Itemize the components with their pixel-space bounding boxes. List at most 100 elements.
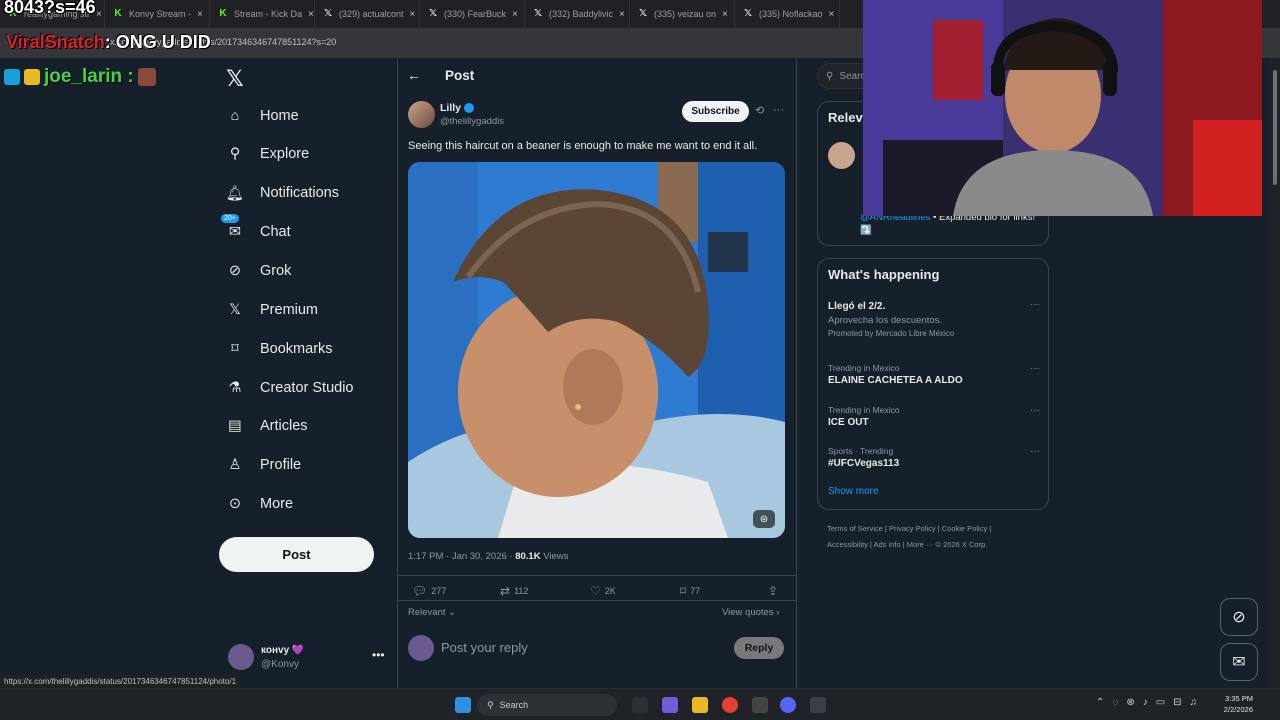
browser-tab[interactable]: 𝕏 (332) Baddylivic ×: [525, 0, 630, 28]
whats-happening-title: What's happening: [828, 267, 940, 282]
flask-icon: ⚗: [228, 380, 242, 396]
repost-count: 112: [514, 586, 529, 596]
nav-item-label: More: [260, 496, 294, 512]
close-tab-icon[interactable]: ×: [410, 9, 416, 20]
browser-tab[interactable]: 𝕏 (330) FearBuck ×: [420, 0, 525, 28]
x-logo-icon[interactable]: 𝕏: [226, 66, 244, 92]
chrome-icon[interactable]: [722, 697, 738, 713]
more-dots-icon[interactable]: ···: [1030, 405, 1040, 416]
trend-item[interactable]: Llegó el 2/2. Aprovecha los descuentos. Pr…: [828, 299, 1040, 338]
browser-tab-label: (329) actualcont: [339, 9, 404, 19]
footer-links[interactable]: Accessibility | Ads info | More ··· © 20…: [827, 540, 987, 549]
back-arrow-icon[interactable]: ←: [407, 67, 421, 83]
task-view-icon[interactable]: [632, 697, 648, 713]
whats-happening-card: What's happening Llegó el 2/2. Aprovecha …: [817, 258, 1049, 510]
like-action[interactable]: ♡ 2K: [590, 584, 616, 598]
reply-count: 277: [431, 586, 447, 596]
nav-item-chat[interactable]: ✉ 20+ Chat: [221, 214, 291, 248]
taskbar-search[interactable]: ⚲ Search: [477, 694, 617, 716]
trend-item[interactable]: Sports · Trending #UFCVegas113 ···: [828, 446, 1040, 469]
browser-tab[interactable]: 𝕏 (335) veizau on ×: [630, 0, 735, 28]
nav-item-profile[interactable]: ♙ Profile: [226, 449, 302, 481]
views-count: 80.1K: [515, 551, 541, 562]
nav-item-label: Articles: [260, 418, 308, 434]
file-explorer-icon[interactable]: [692, 697, 708, 713]
nav-item-label: Profile: [260, 457, 302, 473]
windows-start-icon[interactable]: [455, 697, 471, 713]
browser-tab[interactable]: K Konvy Stream - ×: [105, 0, 210, 28]
post-time[interactable]: 1:17 PM · Jan 30, 2026 ·: [408, 551, 515, 562]
close-tab-icon[interactable]: ×: [722, 9, 728, 20]
more-dots-icon[interactable]: ···: [1030, 363, 1040, 374]
reply-button[interactable]: Reply: [734, 637, 784, 659]
account-switcher[interactable]: конvy 💜 @Konvy •••: [228, 642, 388, 676]
subscribe-button[interactable]: Subscribe: [682, 101, 749, 122]
scrollbar-thumb[interactable]: [1273, 70, 1277, 185]
author-handle[interactable]: @thelillygaddis: [440, 116, 504, 127]
obs-icon[interactable]: [752, 697, 768, 713]
browser-tab-label: (330) FearBuck: [444, 9, 507, 19]
nav-item-notifications[interactable]: 🔔︎ Notifications: [226, 177, 339, 209]
nav-item-premium[interactable]: 𝕏 Premium: [226, 294, 318, 326]
nav-item-grok[interactable]: ⊘ Grok: [226, 255, 292, 287]
browser-tab[interactable]: K Stream - Kick Da ×: [210, 0, 315, 28]
clock-date: 2/2/2026: [1223, 705, 1253, 714]
reply-input[interactable]: Post your reply: [441, 640, 528, 655]
author-avatar[interactable]: [408, 101, 435, 128]
browser-tab[interactable]: 𝕏 (335) Noflackao ×: [735, 0, 840, 28]
more-dots-icon[interactable]: •••: [372, 648, 385, 662]
nav-item-more[interactable]: ⊙ More: [226, 488, 293, 520]
mail-icon: ✉ 20+: [221, 214, 244, 241]
copilot-icon[interactable]: [662, 697, 678, 713]
nav-item-home[interactable]: ⌂ Home: [226, 100, 299, 132]
trend-context: Sports · Trending: [828, 446, 894, 456]
scrollbar[interactable]: [1270, 58, 1280, 688]
close-tab-icon[interactable]: ×: [308, 9, 314, 20]
author-name-row[interactable]: Lilly: [440, 102, 475, 114]
share-action[interactable]: ⇪: [768, 584, 778, 598]
more-dots-icon[interactable]: ···: [1030, 299, 1040, 310]
app-icon[interactable]: [810, 697, 826, 713]
trend-context: Trending in Mexico: [828, 363, 900, 373]
post-image[interactable]: ⊜: [408, 162, 785, 538]
trend-item[interactable]: Trending in Mexico ICE OUT ···: [828, 405, 1040, 428]
trend-promoted: Promoted by Mercado Libre México: [828, 329, 955, 338]
more-dots-icon[interactable]: ···: [773, 104, 784, 116]
search-icon: ⚲: [229, 146, 241, 162]
nav-item-explore[interactable]: ⚲ Explore: [226, 138, 309, 170]
nav-item-creator-studio[interactable]: ⚗ Creator Studio: [226, 372, 354, 404]
grok-fab-icon[interactable]: ⊘: [1220, 598, 1258, 636]
reply-action[interactable]: 💬︎ 277: [412, 584, 446, 598]
nav-item-label: Grok: [260, 263, 292, 279]
discord-icon[interactable]: [780, 697, 796, 713]
page-title: Post: [445, 68, 475, 83]
browser-tab[interactable]: 𝕏 (329) actualcont ×: [315, 0, 420, 28]
nav-item-bookmarks[interactable]: ⌑ Bookmarks: [226, 333, 332, 365]
close-tab-icon[interactable]: ×: [512, 9, 518, 20]
trend-context: Trending in Mexico: [828, 405, 900, 415]
author-name[interactable]: Lilly: [440, 102, 461, 114]
avatar[interactable]: [828, 142, 855, 169]
trend-item[interactable]: Trending in Mexico ELAINE CACHETEA A ALDO…: [828, 363, 1040, 386]
system-tray[interactable]: ⌃◌⊗♪▭⊟♫: [1096, 697, 1205, 708]
image-options-icon[interactable]: ⊜: [753, 510, 775, 528]
webcam-feed: [863, 0, 1262, 216]
close-tab-icon[interactable]: ×: [829, 9, 835, 20]
show-more-link[interactable]: Show more: [828, 486, 879, 497]
footer-links[interactable]: Terms of Service | Privacy Policy | Cook…: [827, 524, 991, 533]
sort-dropdown[interactable]: Relevant ⌄: [408, 607, 456, 618]
grok-icon[interactable]: ⟲: [755, 104, 764, 117]
close-tab-icon[interactable]: ×: [197, 9, 203, 20]
more-dots-icon[interactable]: ···: [1030, 446, 1040, 457]
post-button[interactable]: Post: [219, 537, 374, 572]
bookmark-action[interactable]: ⌑ 77: [680, 584, 700, 598]
webcam-overlay: [863, 0, 1262, 216]
view-quotes-link[interactable]: View quotes ›: [722, 607, 779, 618]
repost-action[interactable]: ⇄ 112: [500, 584, 528, 598]
chat-badge: 20+: [221, 214, 239, 223]
nav-item-articles[interactable]: ▤ Articles: [226, 410, 308, 442]
messages-fab-icon[interactable]: ✉: [1220, 643, 1258, 681]
taskbar-clock[interactable]: 3:35 PM 2/2/2026: [1213, 693, 1253, 715]
close-tab-icon[interactable]: ×: [619, 9, 625, 20]
close-tab-icon[interactable]: ×: [96, 9, 102, 20]
